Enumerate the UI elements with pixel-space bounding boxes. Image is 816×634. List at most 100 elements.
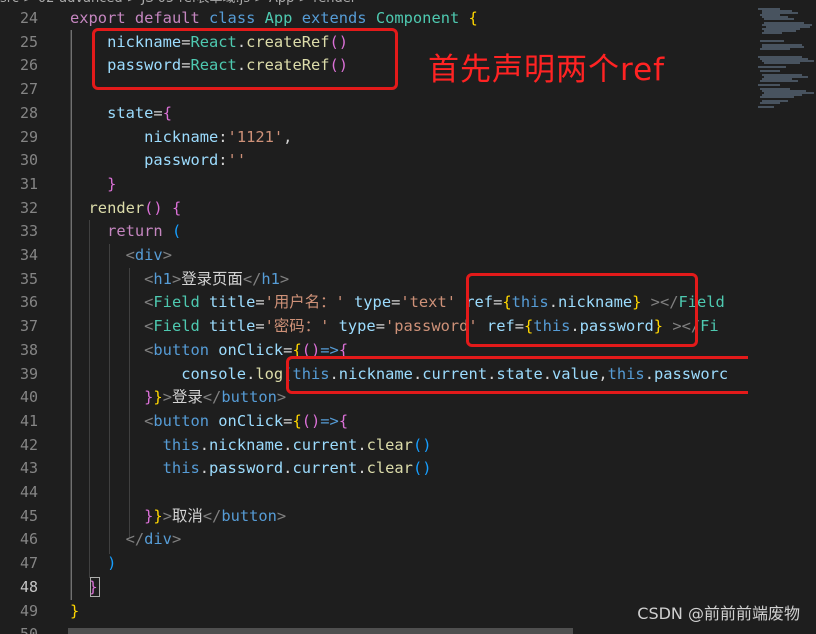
minimap-line xyxy=(760,40,784,42)
code-line[interactable]: export default class App extends Compone… xyxy=(70,6,478,30)
line-number: 26 xyxy=(19,56,38,75)
code-line[interactable]: } xyxy=(70,172,116,196)
code-token: > xyxy=(162,388,172,407)
code-token: : xyxy=(218,127,228,146)
code-token: { xyxy=(468,9,478,27)
line-number: 47 xyxy=(19,554,38,573)
code-token: : xyxy=(218,151,228,170)
code-line[interactable]: <button onClick={()=>{ xyxy=(70,409,348,433)
code-token: clear xyxy=(366,459,413,478)
code-token: </ xyxy=(242,269,262,288)
code-token: this xyxy=(70,459,200,478)
code-token: 取消 xyxy=(171,506,203,525)
code-line[interactable]: render() { xyxy=(70,196,182,220)
code-token: } xyxy=(70,506,154,525)
code-line[interactable]: </div> xyxy=(70,527,182,551)
code-line[interactable]: this.password.current.clear() xyxy=(70,456,432,480)
code-line[interactable]: this.nickname.current.clear() xyxy=(70,433,432,457)
code-token: = xyxy=(255,317,265,336)
line-number: 25 xyxy=(19,32,38,51)
minimap-line xyxy=(764,18,794,20)
code-token: < xyxy=(70,317,154,336)
minimap-line xyxy=(764,62,800,64)
code-token: < xyxy=(70,269,154,288)
code-token: ) xyxy=(70,554,117,573)
code-token: () xyxy=(301,411,321,430)
minimap-line xyxy=(760,96,794,98)
line-number: 33 xyxy=(19,222,38,241)
annotation-text: 首先声明两个ref xyxy=(428,52,666,88)
code-token: > xyxy=(279,269,290,288)
code-token: return xyxy=(70,222,172,241)
highlight-box-field-refs xyxy=(466,273,698,347)
code-token: . xyxy=(199,435,210,454)
code-token: type xyxy=(338,317,376,336)
code-token: } xyxy=(70,601,80,620)
code-token: > xyxy=(162,246,172,264)
line-number: 29 xyxy=(19,127,38,146)
line-number: 27 xyxy=(19,80,38,99)
line-number: 46 xyxy=(19,530,38,549)
code-token: 登录页面 xyxy=(181,269,243,288)
horizontal-scrollbar[interactable] xyxy=(68,628,573,634)
code-token: < xyxy=(70,293,154,312)
code-token: () xyxy=(144,198,163,217)
code-token: render xyxy=(70,198,145,217)
code-line[interactable]: ) xyxy=(70,551,116,575)
code-token: '密码：' xyxy=(264,317,339,336)
line-number: 45 xyxy=(19,506,38,525)
code-token: title xyxy=(209,293,256,312)
line-number: 37 xyxy=(19,317,38,336)
line-number: 24 xyxy=(19,9,38,27)
highlight-box-refs xyxy=(92,28,398,90)
code-token: 登录 xyxy=(171,388,203,407)
code-token: > xyxy=(162,506,172,525)
code-token: current xyxy=(292,459,358,478)
code-token: button xyxy=(153,340,219,359)
code-line[interactable]: nickname:'1121', xyxy=(70,125,292,149)
watermark: CSDN @前前前端废物 xyxy=(637,604,800,623)
code-token: clear xyxy=(366,435,413,454)
code-token: < xyxy=(70,246,135,264)
text-cursor xyxy=(90,577,100,597)
code-token: Field xyxy=(153,317,210,336)
code-token: type xyxy=(354,293,392,312)
code-token: , xyxy=(283,127,293,146)
minimap-line xyxy=(760,48,790,50)
code-token: nickname xyxy=(70,127,219,146)
code-token: class xyxy=(209,9,265,27)
code-token: } xyxy=(153,506,163,525)
code-line[interactable]: <div> xyxy=(70,243,172,267)
code-token: this xyxy=(70,435,200,454)
minimap-line xyxy=(758,66,786,68)
code-token: = xyxy=(391,293,401,312)
code-line[interactable]: password:'' xyxy=(70,148,246,172)
line-number: 38 xyxy=(19,340,38,359)
code-token: 'text' xyxy=(400,293,466,312)
code-token: { xyxy=(292,411,302,430)
line-number: 35 xyxy=(19,269,38,288)
code-token: = xyxy=(375,317,385,336)
line-number: 32 xyxy=(19,198,38,217)
line-number: 34 xyxy=(19,246,38,264)
code-token: '' xyxy=(227,151,247,170)
minimap-line xyxy=(760,102,780,104)
minimap[interactable] xyxy=(748,0,816,634)
minimap-line xyxy=(758,84,780,86)
code-line[interactable]: }}>登录</button> xyxy=(70,385,286,409)
code-line[interactable]: <h1>登录页面</h1> xyxy=(70,267,289,291)
code-token: extends xyxy=(301,9,376,27)
code-line[interactable]: } xyxy=(70,599,79,623)
code-line[interactable]: }}>取消</button> xyxy=(70,504,286,528)
code-line[interactable]: return ( xyxy=(70,219,181,243)
code-token: div xyxy=(134,246,163,264)
line-number: 28 xyxy=(19,103,38,122)
code-token: > xyxy=(276,388,287,407)
line-number: 43 xyxy=(19,459,38,478)
code-token: () xyxy=(412,459,432,478)
code-token: Fi xyxy=(700,317,719,336)
code-token: default xyxy=(134,9,210,27)
line-number: 50 xyxy=(0,622,38,634)
code-token: { xyxy=(338,411,349,430)
code-line[interactable]: state={ xyxy=(70,101,172,125)
